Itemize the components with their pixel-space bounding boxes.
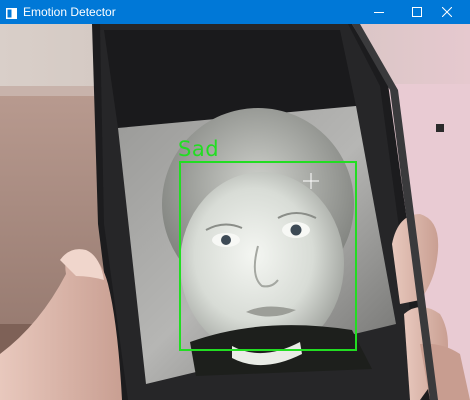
crosshair-cursor-icon [303, 173, 319, 189]
title-bar[interactable]: Emotion Detector [0, 0, 470, 24]
close-icon [442, 7, 452, 17]
minimize-icon [374, 7, 384, 17]
maximize-icon [412, 7, 422, 17]
app-window-icon [6, 6, 17, 19]
close-button[interactable] [424, 0, 470, 24]
emotion-label: Sad [178, 137, 220, 161]
face-detection-box [179, 161, 357, 351]
window-title: Emotion Detector [23, 5, 116, 19]
emotion-detector-window: Emotion Detector Sad [0, 0, 470, 400]
